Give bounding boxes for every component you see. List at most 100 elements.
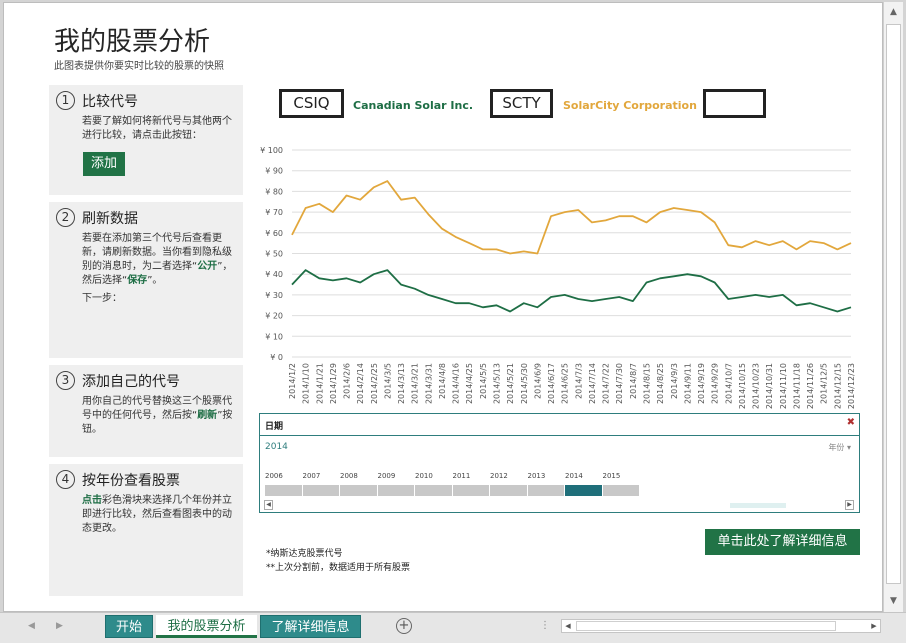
x-tick-label: 2014/7/30 [615, 363, 624, 404]
x-tick-label: 2014/5/13 [493, 363, 502, 404]
prev-sheet-icon[interactable]: ◀ [28, 621, 35, 631]
timeline-year-bar[interactable] [265, 485, 302, 496]
horizontal-scrollbar[interactable]: ◀ ▶ [561, 619, 881, 633]
timeline-year-bar[interactable] [602, 485, 639, 496]
x-tick-label: 2014/9/3 [670, 363, 679, 399]
series-line-scty [291, 180, 852, 255]
ticker-input-2[interactable]: SCTY [490, 89, 553, 118]
x-tick-label: 2014/4/16 [452, 363, 461, 404]
timeline-scrollbar[interactable]: ◀ ▶ [264, 500, 854, 510]
timeline-unit-dropdown[interactable]: 年份 ▾ [828, 442, 851, 453]
x-axis-ticks: 2014/1/2 2014/1/10 2014/1/21 2014/1/29 2014/… [288, 363, 856, 409]
clear-filter-icon[interactable]: ✖ [847, 417, 855, 428]
step-card-compare: 1 比较代号 若要了解如何将新代号与其他两个进行比较，请点击此按钮： 添加 [49, 85, 243, 195]
timeline-year-bar[interactable] [527, 485, 564, 496]
tab-my-stock-analysis[interactable]: 我的股票分析 [156, 615, 257, 638]
y-tick-label: ¥ 70 [265, 208, 283, 217]
timeline-year-label: 2006 [265, 472, 283, 480]
step-title: 按年份查看股票 [82, 473, 180, 489]
x-tick-label: 2014/5/21 [506, 363, 515, 404]
scroll-left-icon[interactable]: ◀ [562, 620, 574, 632]
x-tick-label: 2014/11/26 [806, 363, 815, 409]
ticker-name-1: Canadian Solar Inc. [353, 99, 474, 112]
timeline-scroll-thumb[interactable] [730, 503, 786, 508]
chart-grid [292, 149, 851, 358]
click-label: 点击 [82, 495, 102, 506]
x-tick-label: 2014/7/22 [602, 363, 611, 404]
y-tick-label: ¥ 80 [265, 187, 283, 196]
x-tick-label: 2014/2/25 [370, 363, 379, 404]
scroll-up-icon[interactable]: ▲ [886, 5, 901, 20]
timeline-header: 日期 [260, 414, 859, 436]
timeline-year-bar[interactable] [415, 485, 452, 496]
scroll-right-icon[interactable]: ▶ [868, 620, 880, 632]
date-timeline-slicer[interactable]: 日期 ✖ 2014 年份 ▾ 2006 2007 2008 2009 2010 2011 2… [259, 413, 860, 513]
scroll-down-icon[interactable]: ▼ [886, 594, 901, 609]
x-tick-label: 2014/11/18 [792, 363, 801, 409]
tab-learn-more[interactable]: 了解详细信息 [260, 615, 361, 638]
x-tick-label: 2014/3/13 [397, 363, 406, 404]
x-tick-label: 2014/10/7 [724, 363, 733, 404]
x-tick-label: 2014/8/15 [642, 363, 651, 404]
x-tick-label: 2014/6/17 [547, 363, 556, 404]
x-tick-label: 2014/3/21 [411, 363, 420, 404]
timeline-year-bar[interactable] [490, 485, 527, 496]
ticker-input-3[interactable] [703, 89, 766, 118]
step-number: 3 [56, 371, 75, 390]
x-tick-label: 2014/9/29 [711, 363, 720, 404]
timeline-year-bar[interactable] [565, 485, 602, 496]
tab-start[interactable]: 开始 [105, 615, 153, 638]
x-tick-label: 2014/10/15 [738, 363, 747, 409]
x-tick-label: 2014/8/25 [656, 363, 665, 404]
add-symbol-button[interactable]: 添加 [83, 152, 125, 176]
next-step-label: 下一步： [82, 293, 122, 304]
public-label: 公开 [197, 261, 218, 272]
ticker-input-1[interactable]: CSIQ [279, 89, 344, 118]
scroll-right-icon[interactable]: ▶ [845, 500, 854, 510]
y-tick-label: ¥ 40 [265, 270, 283, 279]
x-tick-label: 2014/8/7 [629, 363, 638, 399]
timeline-year-bar[interactable] [340, 485, 377, 496]
x-tick-label: 2014/3/31 [424, 363, 433, 404]
timeline-year-label: 2010 [415, 472, 433, 480]
footnote-2: **上次分割前，数据适用于所有股票 [266, 563, 411, 573]
y-tick-label: ¥ 30 [265, 291, 283, 300]
worksheet: 我的股票分析 此图表提供你要实时比较的股票的快照 1 比较代号 若要了解如何将新… [3, 2, 883, 612]
timeline-year-bar[interactable] [302, 485, 339, 496]
page-subtitle: 此图表提供你要实时比较的股票的快照 [54, 61, 224, 72]
scroll-left-icon[interactable]: ◀ [264, 500, 273, 510]
vertical-scrollbar[interactable]: ▲ ▼ [883, 2, 903, 612]
y-tick-label: ¥ 0 [270, 353, 283, 362]
x-tick-label: 2014/4/25 [465, 363, 474, 404]
x-tick-label: 2014/5/30 [520, 363, 529, 404]
timeline-year-bar[interactable] [377, 485, 414, 496]
step-title: 添加自己的代号 [82, 374, 180, 390]
timeline-year-label: 2013 [527, 472, 546, 480]
series-line-csiq [291, 269, 852, 313]
y-tick-label: ¥ 90 [265, 167, 283, 176]
timeline-year-label: 2007 [302, 472, 321, 480]
step-body: 用你自己的代号替换这三个股票代号中的任何代号，然后按“刷新”按钮。 [82, 396, 233, 435]
step-card-refresh: 2 刷新数据 若要在添加第三个代号后查看更新，请刷新数据。当你看到隐私级别的消息… [49, 202, 243, 358]
more-options-icon[interactable]: ⋮ [540, 620, 550, 631]
step-title: 比较代号 [82, 94, 138, 110]
learn-more-button[interactable]: 单击此处了解详细信息 [705, 529, 860, 555]
timeline-year-label: 2008 [340, 472, 358, 480]
y-tick-label: ¥ 100 [260, 146, 283, 155]
x-tick-label: 2014/2/6 [343, 363, 352, 399]
y-tick-label: ¥ 10 [265, 332, 283, 341]
x-tick-label: 2014/6/25 [561, 363, 570, 404]
sheet-tab-bar: ◀ ▶ 开始 我的股票分析 了解详细信息 + ⋮ ◀ ▶ [0, 612, 906, 643]
step-number: 1 [56, 91, 75, 110]
horizontal-scroll-thumb[interactable] [576, 621, 836, 631]
next-sheet-icon[interactable]: ▶ [56, 621, 63, 631]
ticker-name-2: SolarCity Corporation [563, 99, 697, 112]
step-card-own-symbol: 3 添加自己的代号 用你自己的代号替换这三个股票代号中的任何代号，然后按“刷新”… [49, 365, 243, 457]
add-sheet-icon[interactable]: + [396, 618, 412, 634]
x-tick-label: 2014/12/5 [820, 363, 829, 404]
vertical-scroll-thumb[interactable] [886, 24, 901, 584]
timeline-year-label: 2012 [490, 472, 508, 480]
x-tick-label: 2014/7/14 [588, 363, 597, 404]
y-tick-label: ¥ 20 [265, 312, 283, 321]
timeline-year-bar[interactable] [452, 485, 489, 496]
